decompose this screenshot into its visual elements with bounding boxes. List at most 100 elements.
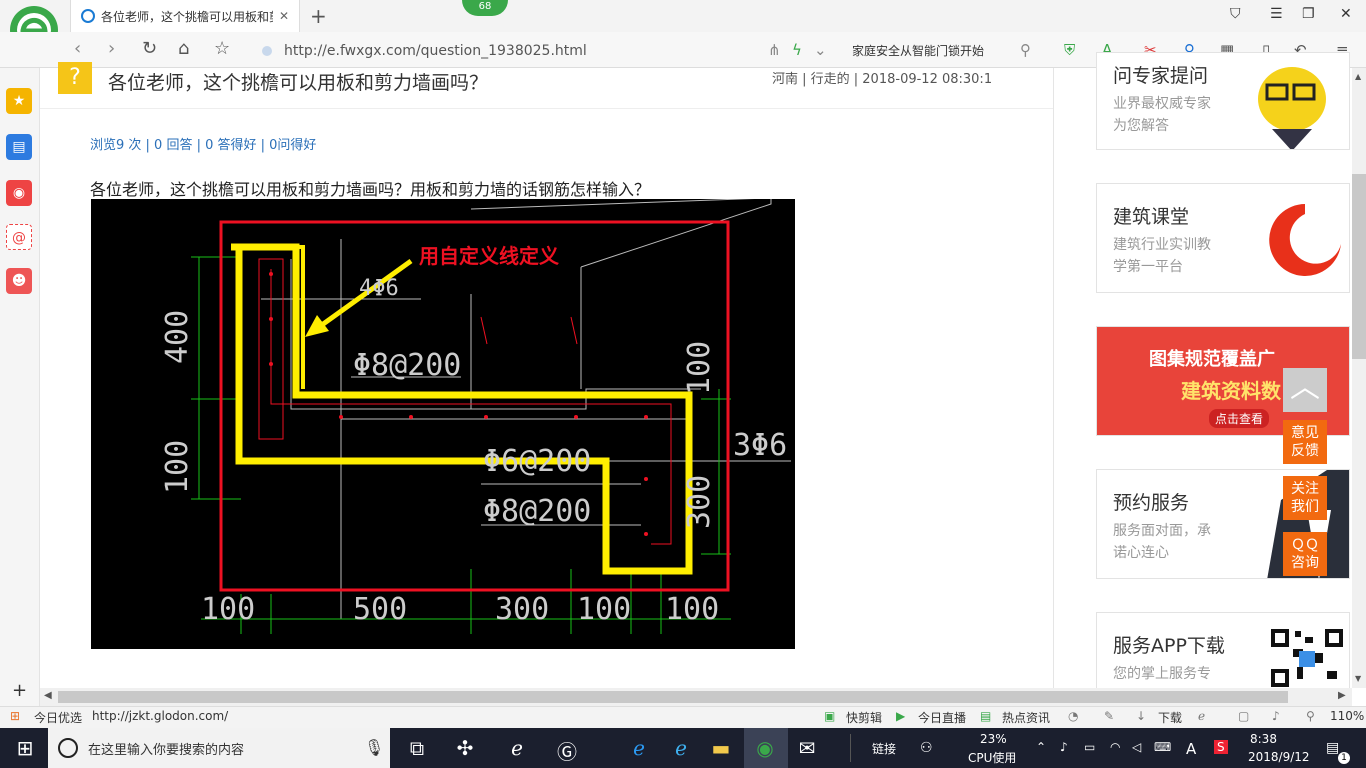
ime-indicator[interactable]: A: [1186, 740, 1196, 758]
ie-mode-icon[interactable]: ℯ: [1198, 709, 1205, 723]
file-explorer-icon[interactable]: ▬: [704, 736, 738, 760]
ad-card-title: 建筑课堂: [1113, 206, 1190, 228]
chevron-up-icon[interactable]: ⌃: [1036, 740, 1046, 754]
restore-button[interactable]: ❐: [1302, 6, 1315, 22]
people-icon[interactable]: ⚇: [920, 740, 933, 756]
cad-dim-400: 400: [160, 310, 195, 364]
sound-icon[interactable]: ♪: [1272, 709, 1280, 723]
add-sidebar-icon[interactable]: +: [12, 680, 27, 701]
lightning-icon[interactable]: ϟ: [792, 41, 802, 59]
status-item-download[interactable]: 下载: [1158, 709, 1182, 726]
menu-icon[interactable]: ☰: [1270, 6, 1283, 22]
search-icon[interactable]: ⚲: [1020, 41, 1031, 59]
ad-card-app[interactable]: 服务APP下载 您的掌上服务专: [1096, 612, 1350, 692]
sogou-ime-icon[interactable]: S: [1214, 740, 1228, 754]
address-ad-text[interactable]: 家庭安全从智能门锁开始: [852, 42, 984, 59]
ie-icon[interactable]: ℯ: [664, 736, 698, 760]
gift-icon[interactable]: ⊞: [10, 709, 20, 723]
news-sidebar-icon[interactable]: ▤: [6, 134, 32, 160]
news-icon[interactable]: ▤: [980, 709, 991, 723]
chevron-down-icon[interactable]: ⌄: [814, 41, 827, 59]
feedback-button[interactable]: 意见 反馈: [1283, 420, 1327, 464]
qq-consult-button[interactable]: ＱＱ 咨询: [1283, 532, 1327, 576]
cortana-icon: [58, 738, 78, 758]
fan-app-icon[interactable]: ✣: [448, 736, 482, 760]
weibo-sidebar-icon[interactable]: ◉: [6, 180, 32, 206]
mail-icon[interactable]: ✉: [790, 736, 824, 760]
site-favicon-icon: [81, 9, 95, 23]
favorite-star-icon[interactable]: ☆: [214, 38, 230, 59]
clock-time[interactable]: 8:38: [1250, 732, 1277, 746]
search-placeholder: 在这里输入你要搜索的内容: [88, 742, 245, 758]
live-icon[interactable]: ▶: [896, 709, 905, 723]
status-item-clip[interactable]: 快剪辑: [846, 709, 882, 726]
close-window-button[interactable]: ✕: [1340, 6, 1352, 22]
pin-icon[interactable]: ✎: [1104, 709, 1114, 723]
shield-icon[interactable]: ⛨: [1064, 41, 1075, 59]
cad-bottom-dim: 100: [577, 592, 631, 627]
close-tab-icon[interactable]: ✕: [279, 9, 289, 23]
scroll-right-icon[interactable]: ▶: [1338, 690, 1346, 701]
today-picks-label[interactable]: 今日优选: [34, 709, 82, 726]
cad-label-4phi6: 4Φ6: [359, 276, 399, 301]
banner-button[interactable]: 点击查看: [1209, 409, 1270, 428]
clock-date[interactable]: 2018/9/12: [1248, 750, 1310, 764]
back-to-top-button[interactable]: ︿: [1283, 368, 1327, 412]
volume-icon[interactable]: ◁: [1132, 740, 1141, 754]
action-center-icon[interactable]: ▤: [1326, 740, 1339, 756]
scroll-down-icon[interactable]: ▼: [1355, 674, 1361, 683]
notification-bell-icon[interactable]: ♪: [1060, 740, 1068, 754]
cad-bottom-dim: 300: [495, 592, 549, 627]
status-item-live[interactable]: 今日直播: [918, 709, 966, 726]
windows-start-icon[interactable]: ⊞: [8, 736, 42, 760]
battery-icon[interactable]: ▭: [1084, 740, 1095, 754]
taskbar-search-input[interactable]: 在这里输入你要搜索的内容: [48, 728, 390, 768]
home-icon[interactable]: ⌂: [178, 38, 189, 59]
edge-icon[interactable]: ℯ: [622, 736, 656, 760]
horizontal-scroll-thumb[interactable]: [58, 691, 1288, 703]
zoom-icon[interactable]: ⚲: [1306, 709, 1315, 723]
cad-bottom-dim: 500: [353, 592, 407, 627]
game-sidebar-icon[interactable]: ☻: [6, 268, 32, 294]
status-item-news[interactable]: 热点资讯: [1002, 709, 1050, 726]
shirt-icon[interactable]: ⛉: [1230, 6, 1241, 22]
vertical-scrollbar[interactable]: [1352, 68, 1366, 688]
share-icon[interactable]: ⋔: [768, 41, 781, 59]
zoom-level[interactable]: 110%: [1330, 709, 1364, 723]
url-input[interactable]: http://e.fwxgx.com/question_1938025.html: [262, 40, 752, 62]
ad-card-expert[interactable]: 问专家提问 业界最权威专家 为您解答: [1096, 52, 1350, 150]
keyboard-icon[interactable]: ⌨: [1154, 740, 1171, 754]
forward-icon[interactable]: ›: [108, 38, 115, 59]
mail-sidebar-icon[interactable]: @: [6, 224, 32, 250]
tab-active[interactable]: 各位老师，这个挑檐可以用板和剪 ✕: [70, 0, 300, 32]
new-tab-button[interactable]: +: [310, 4, 327, 28]
follow-button[interactable]: 关注 我们: [1283, 476, 1327, 520]
cad-dim-100-right: 100: [682, 341, 717, 395]
cad-label-3phi6: 3Φ6: [733, 428, 787, 463]
clip-icon[interactable]: ▣: [824, 709, 835, 723]
360-browser-icon[interactable]: ◉: [748, 736, 782, 760]
vertical-scroll-thumb[interactable]: [1352, 174, 1366, 359]
ad-card-classroom[interactable]: 建筑课堂 建筑行业实训教 学第一平台: [1096, 183, 1350, 293]
ad-card-sub: 为您解答: [1113, 118, 1169, 134]
speed-icon[interactable]: ◔: [1068, 709, 1078, 723]
scroll-up-icon[interactable]: ▲: [1355, 72, 1361, 81]
star-sidebar-icon[interactable]: ★: [6, 88, 32, 114]
refresh-icon[interactable]: ↻: [142, 38, 157, 59]
back-icon[interactable]: ‹: [74, 38, 81, 59]
ad-card-title: 预约服务: [1113, 492, 1190, 514]
browser-e-icon[interactable]: ℯ: [500, 736, 534, 760]
g-app-icon[interactable]: Ⓖ: [550, 736, 584, 765]
cad-bottom-dim: 100: [665, 592, 719, 627]
microphone-icon[interactable]: 🎙: [364, 738, 384, 757]
window-icon[interactable]: ▢: [1238, 709, 1249, 723]
ad-card-sub: 业界最权威专家: [1113, 96, 1211, 112]
wifi-icon[interactable]: ◠: [1110, 740, 1120, 754]
links-label[interactable]: 链接: [872, 740, 896, 757]
question-body: 各位老师，这个挑檐可以用板和剪力墙画吗？用板和剪力墙的话钢筋怎样输入？: [90, 180, 651, 199]
cad-bottom-dim: 100: [201, 592, 255, 627]
task-view-icon[interactable]: ⧉: [400, 736, 434, 760]
qr-code-icon: [1269, 627, 1345, 689]
scroll-left-icon[interactable]: ◀: [44, 690, 52, 701]
download-icon[interactable]: ↓: [1136, 709, 1146, 723]
